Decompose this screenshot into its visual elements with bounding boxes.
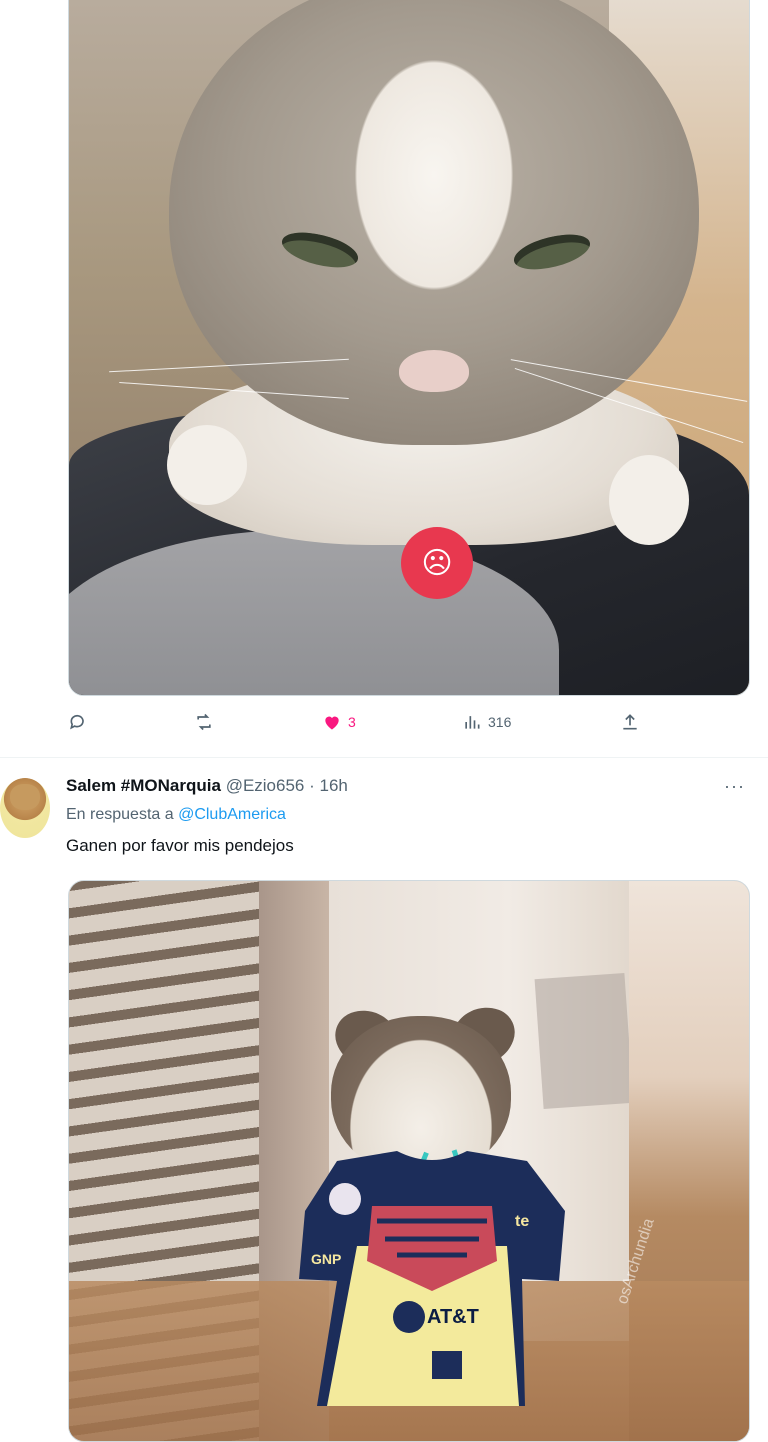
jersey-shape [299,1151,565,1406]
more-options-button[interactable]: ··· [724,776,745,797]
views-count: 316 [488,714,512,730]
tweet-divider [0,757,768,758]
views-button[interactable]: 316 [462,712,511,732]
views-chart-icon [465,716,480,729]
timestamp[interactable]: 16h [320,776,348,795]
reply-prefix: En respuesta a [66,806,179,823]
share-icon [623,714,637,730]
reply-icon [70,715,84,730]
jersey-sponsor-te: te [515,1213,530,1230]
avatar[interactable] [0,778,50,838]
reply-context: En respuesta a @ClubAmerica [66,806,286,824]
angry-face-icon: ☹ [401,527,473,599]
jersey-sponsor-att: AT&T [427,1306,479,1328]
avatar-dog-face [10,784,40,810]
club-america-jersey: AT&T GNP te [297,1151,567,1411]
heart-filled-icon [325,716,339,730]
cat-paw-right [609,455,689,545]
reply-button[interactable] [68,712,88,732]
separator: · [304,776,320,795]
like-count: 3 [348,714,356,730]
share-button[interactable] [620,712,640,732]
tweet-image-grumpy-cat[interactable]: ☹ [68,0,750,696]
tweet-header: Salem #MONarquia @Ezio656 · 16h [66,776,348,796]
door-sticker [534,973,634,1109]
handle[interactable]: @Ezio656 [226,776,305,795]
retweet-icon [197,713,211,731]
jersey-sponsor-gnp: GNP [311,1251,342,1267]
display-name[interactable]: Salem #MONarquia [66,776,221,795]
reply-to-link[interactable]: @ClubAmerica [178,806,286,823]
retweet-button[interactable] [194,712,214,732]
tweet-action-bar: 3 316 [68,712,658,742]
cat-nose [399,350,469,392]
like-button[interactable]: 3 [322,712,356,732]
tweet-image-cat-jersey[interactable]: AT&T GNP te osArchundia [68,880,750,1442]
tweet-text: Ganen por favor mis pendejos [66,836,294,855]
cat-paw-left [167,425,247,505]
